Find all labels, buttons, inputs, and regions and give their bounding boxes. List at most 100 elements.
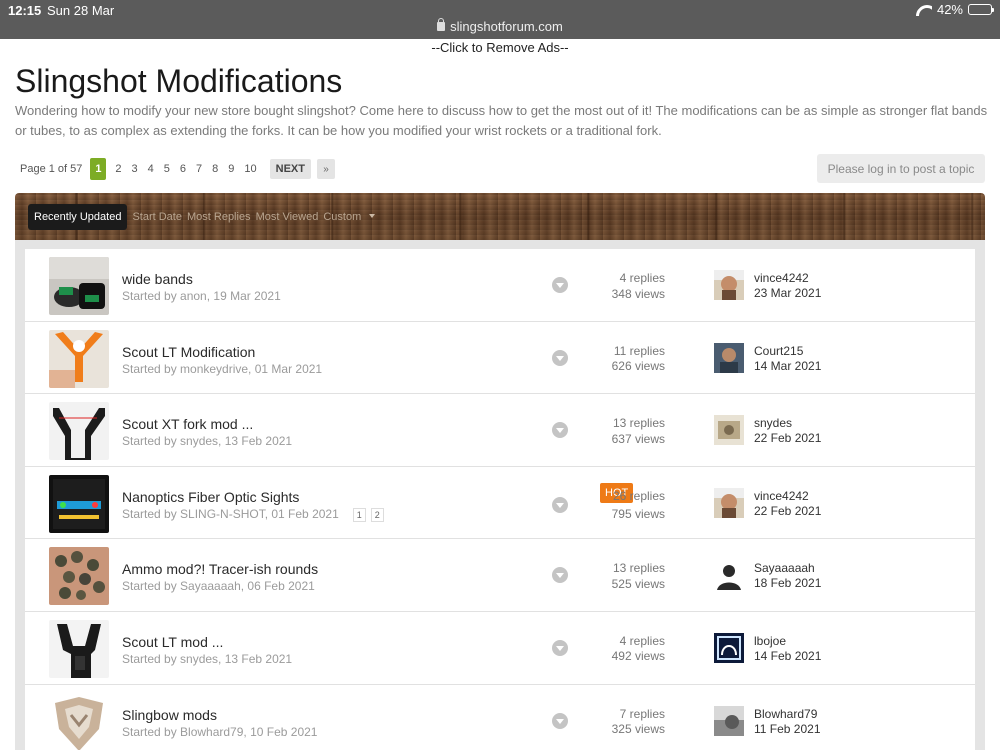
avatar[interactable] bbox=[714, 632, 744, 663]
page-link[interactable]: 7 bbox=[196, 163, 202, 175]
go-to-unread-icon[interactable] bbox=[552, 496, 568, 513]
go-to-unread-icon[interactable] bbox=[552, 567, 568, 584]
last-poster[interactable]: Blowhard79 bbox=[754, 707, 817, 721]
topic-thumbnail[interactable] bbox=[49, 402, 109, 461]
topic-starter: Started by Sayaaaaah, 06 Feb 2021 bbox=[122, 579, 315, 594]
go-to-unread-icon[interactable] bbox=[552, 349, 568, 366]
status-date: Sun 28 Mar bbox=[47, 3, 115, 18]
view-count: 795 views bbox=[611, 507, 665, 522]
last-poster[interactable]: vince4242 bbox=[754, 271, 809, 285]
page-link[interactable]: 5 bbox=[164, 163, 170, 175]
last-poster[interactable]: Sayaaaaah bbox=[754, 561, 815, 575]
last-page-button[interactable]: » bbox=[316, 159, 335, 179]
topic-thumbnail[interactable] bbox=[49, 474, 109, 533]
avatar[interactable] bbox=[714, 487, 744, 518]
next-page-button[interactable]: NEXT bbox=[269, 159, 311, 179]
topic-starter: Started by monkeydrive, 01 Mar 2021 bbox=[122, 361, 323, 376]
sort-tab-recently-updated[interactable]: Recently Updated bbox=[28, 203, 128, 230]
topic-row[interactable]: Scout LT Modification Started by monkeyd… bbox=[25, 322, 975, 395]
status-bar: 12:15 Sun 28 Mar slingshotforum.com 42% bbox=[0, 0, 1000, 39]
topic-title[interactable]: Scout LT mod ... bbox=[122, 634, 223, 650]
topic-title[interactable]: Nanoptics Fiber Optic Sights bbox=[122, 489, 299, 505]
page-current[interactable]: 1 bbox=[90, 158, 107, 180]
reply-count: 13 replies bbox=[612, 416, 665, 431]
reply-count: 26 replies bbox=[612, 488, 665, 503]
topic-row[interactable]: Slingbow mods Started by Blowhard79, 10 … bbox=[25, 685, 975, 750]
sort-tab-most-replies[interactable]: Most Replies bbox=[187, 211, 251, 223]
address-url: slingshotforum.com bbox=[450, 19, 563, 34]
topic-page-link[interactable]: 2 bbox=[370, 507, 384, 522]
last-post-date: 22 Feb 2021 bbox=[754, 431, 822, 446]
go-to-unread-icon[interactable] bbox=[552, 277, 568, 293]
reply-count: 4 replies bbox=[619, 271, 665, 285]
page-link[interactable]: 2 bbox=[115, 163, 121, 175]
wifi-icon bbox=[916, 4, 932, 16]
address-bar[interactable]: slingshotforum.com bbox=[0, 18, 1000, 34]
topic-thumbnail[interactable] bbox=[49, 257, 109, 315]
topic-starter: Started by Blowhard79, 10 Feb 2021 bbox=[122, 724, 318, 739]
default-avatar-icon[interactable] bbox=[714, 560, 744, 591]
last-post-date: 14 Feb 2021 bbox=[754, 648, 822, 663]
sort-tab-start-date[interactable]: Start Date bbox=[132, 211, 182, 223]
page-link[interactable]: 4 bbox=[148, 163, 154, 175]
topic-row[interactable]: Scout XT fork mod ... Started by snydes,… bbox=[25, 394, 975, 467]
topic-title[interactable]: wide bands bbox=[122, 271, 193, 287]
topic-stats: 7 replies 325 views bbox=[612, 707, 665, 738]
topic-row[interactable]: Scout LT mod ... Started by snydes, 13 F… bbox=[25, 612, 975, 685]
page-link[interactable]: 9 bbox=[228, 163, 234, 175]
sort-tab-most-viewed[interactable]: Most Viewed bbox=[256, 211, 319, 223]
topic-thumbnail[interactable] bbox=[49, 692, 109, 750]
page-info: Page 1 of 57 bbox=[20, 163, 83, 175]
last-poster[interactable]: snydes bbox=[754, 416, 792, 430]
topic-stats: 4 replies 492 views bbox=[612, 634, 665, 665]
avatar[interactable] bbox=[714, 270, 744, 300]
topic-page-link[interactable]: 1 bbox=[352, 507, 366, 522]
page-title: Slingshot Modifications bbox=[15, 63, 343, 99]
page-link[interactable]: 10 bbox=[244, 163, 256, 175]
last-poster[interactable]: lbojoe bbox=[754, 634, 786, 648]
chevron-down-icon[interactable] bbox=[369, 213, 376, 218]
status-right: 42% bbox=[916, 2, 994, 17]
avatar[interactable] bbox=[714, 415, 744, 446]
page-link[interactable]: 3 bbox=[132, 163, 138, 175]
topic-title[interactable]: Scout LT Modification bbox=[122, 344, 255, 360]
topic-starter: Started by snydes, 13 Feb 2021 bbox=[122, 651, 293, 666]
topic-thumbnail[interactable] bbox=[49, 329, 109, 388]
status-time: 12:15 bbox=[8, 3, 42, 18]
page-link[interactable]: 8 bbox=[212, 163, 218, 175]
topic-row[interactable]: Ammo mod?! Tracer-ish rounds Started by … bbox=[25, 539, 975, 612]
reply-count: 7 replies bbox=[619, 706, 665, 721]
topic-title[interactable]: Ammo mod?! Tracer-ish rounds bbox=[122, 561, 318, 577]
login-to-post-button[interactable]: Please log in to post a topic bbox=[817, 154, 985, 183]
go-to-unread-icon[interactable] bbox=[552, 639, 568, 656]
sort-bar: Recently Updated Start Date Most Replies… bbox=[15, 193, 985, 240]
battery-percent: 42% bbox=[936, 2, 963, 17]
reply-count: 4 replies bbox=[619, 633, 665, 648]
reply-count: 11 replies bbox=[613, 343, 665, 358]
remove-ads-link[interactable]: --Click to Remove Ads-- bbox=[0, 40, 1000, 55]
topic-starter: Started by snydes, 13 Feb 2021 bbox=[122, 434, 293, 449]
topic-title[interactable]: Scout XT fork mod ... bbox=[122, 416, 253, 432]
page-link[interactable]: 6 bbox=[180, 163, 186, 175]
last-poster[interactable]: Court215 bbox=[754, 344, 803, 358]
avatar[interactable] bbox=[714, 705, 744, 736]
topic-title[interactable]: Slingbow mods bbox=[122, 707, 217, 723]
topic-list-container: wide bands Started by anon, 19 Mar 2021 … bbox=[15, 240, 985, 750]
topic-stats: 13 replies 637 views bbox=[612, 416, 665, 447]
last-post-date: 18 Feb 2021 bbox=[754, 576, 822, 591]
topic-thumbnail[interactable] bbox=[49, 619, 109, 678]
topic-list: wide bands Started by anon, 19 Mar 2021 … bbox=[25, 249, 975, 750]
topic-stats: 13 replies 525 views bbox=[612, 561, 665, 592]
go-to-unread-icon[interactable] bbox=[552, 422, 568, 439]
avatar[interactable] bbox=[714, 342, 744, 373]
topic-row[interactable]: Nanoptics Fiber Optic Sights Started by … bbox=[25, 467, 975, 540]
go-to-unread-icon[interactable] bbox=[552, 712, 568, 729]
topic-thumbnail[interactable] bbox=[49, 547, 109, 606]
pagination: Page 1 of 57 1 2 3 4 5 6 7 8 9 10 NEXT » bbox=[15, 158, 335, 180]
last-poster[interactable]: vince4242 bbox=[754, 489, 809, 503]
sort-tab-custom[interactable]: Custom bbox=[323, 211, 361, 223]
topic-starter: Started by anon, 19 Mar 2021 bbox=[122, 289, 281, 303]
topic-stats: 11 replies 626 views bbox=[612, 344, 665, 375]
topic-row[interactable]: wide bands Started by anon, 19 Mar 2021 … bbox=[25, 249, 975, 322]
topic-stats: 26 replies 795 views bbox=[612, 489, 665, 523]
